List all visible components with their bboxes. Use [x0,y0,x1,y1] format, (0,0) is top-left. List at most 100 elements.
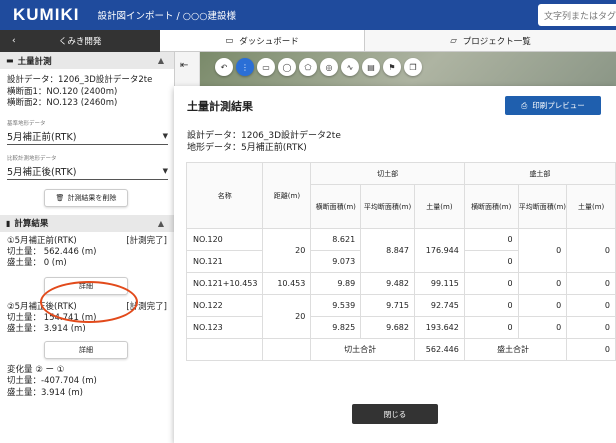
tab-project-list[interactable]: ▱ プロジェクト一覧 [365,30,616,52]
seg-cut-vol: 99.115 [413,272,465,295]
folder-icon: ▱ [450,35,457,46]
delete-result-button[interactable]: 🗑 計測結果を削除 [44,188,128,207]
tab-dashboard-label: ダッシュボード [239,36,299,47]
seg-distance: 10.453 [262,272,312,295]
fill-total-label: 盛土合計 [463,338,568,361]
detail-button-1[interactable]: 詳細 [44,276,128,295]
seg-fill-vol: 0 [566,228,616,273]
result-2-header: ②5月補正後(RTK) [計測完了] [0,301,174,313]
empty-cell [185,338,264,361]
col-cut-area: 横断面積(m) [310,184,362,229]
cut-total-value: 562.446 [413,338,465,361]
result-2-cut: 切土量： 154.741 (m) [7,312,97,323]
col-fill-vol: 土量(m) [566,184,616,229]
area-tool-icon[interactable]: ◎ [320,58,338,76]
print-preview-label: 印刷プレビュー [532,101,585,110]
col-cut: 切土部 [310,162,465,185]
flag-icon[interactable]: ⚑ [383,58,401,76]
col-cut-avg: 平均断面積(m) [360,184,415,229]
chevron-down-icon: ▼ [162,167,168,175]
col-fill: 盛土部 [463,162,616,185]
base-terrain-value: 5月補正前(RTK) [7,132,77,143]
app-logo[interactable]: KUMIKI [13,5,79,25]
modal-title: 土量計測結果 [187,100,253,113]
seg-distance: 20 [262,294,312,339]
project-selector[interactable]: ‹ くみき開発 [0,30,160,52]
seg-distance: 20 [262,228,312,273]
cut-total-label: 切土合計 [310,338,415,361]
table-row: NO.123 9.825 9.682 193.642 0 0 0 [185,316,616,339]
collapse-icon[interactable]: ▲ [158,56,164,65]
polygon-tool-icon[interactable]: ⬠ [299,58,317,76]
seg-cut-vol: 176.944 [413,228,465,273]
tab-project-list-label: プロジェクト一覧 [462,36,531,47]
row-cut-area: 9.073 [310,250,362,273]
table-row: NO.120 20 8.621 8.847 176.944 0 0 0 [185,228,616,273]
base-terrain-label: 基準地形データ [7,120,46,127]
chevron-left-icon: ‹ [12,36,16,46]
close-button[interactable]: 閉じる [352,404,438,424]
ruler-tool-icon[interactable]: ▭ [257,58,275,76]
undo-icon[interactable]: ↶ [215,58,233,76]
base-terrain-select[interactable]: 5月補正前(RTK) ▼ [7,129,168,145]
seg-fill-vol: 0 [566,294,616,317]
compare-terrain-select[interactable]: 5月補正後(RTK) ▼ [7,164,168,180]
monitor-icon: ▭ [225,35,234,46]
more-icon[interactable]: ⋮ [236,58,254,76]
col-cut-vol: 土量(m) [413,184,465,229]
seg-fill-avg: 0 [517,272,568,295]
row-name: NO.120 [185,228,264,251]
col-name: 名称 [185,162,264,229]
result-1-name: ①5月補正前(RTK) [7,235,77,246]
breadcrumb[interactable]: 設計図インポート / ○○○建設様 [97,8,236,22]
map-toolbar: ↶ ⋮ ▭ ◯ ⬠ ◎ ∿ ▤ ⚑ ❐ [215,58,422,76]
section-header-measure[interactable]: ▬ 土量計測 ▲ [0,52,174,69]
circle-tool-icon[interactable]: ◯ [278,58,296,76]
row-name: NO.121+10.453 [185,272,264,295]
collapse-icon[interactable]: ▲ [158,219,164,228]
result-2-fill: 盛土量： 3.914 (m) [7,324,86,334]
row-fill-area: 0 [463,316,519,339]
row-cut-area: 9.89 [310,272,362,295]
modal-info: 設計データ：1206_3D設計データ2te 地形データ：5月補正前(RTK) [187,130,341,154]
print-preview-button[interactable]: ⎙ 印刷プレビュー [505,96,601,115]
seg-fill-avg: 0 [517,228,568,273]
col-fill-avg: 平均断面積(m) [517,184,568,229]
seg-fill-vol: 0 [566,272,616,295]
diff-label: 変化量 ② ー ① [7,364,65,375]
result-1-status: [計測完了] [126,235,167,246]
copy-icon[interactable]: ❐ [404,58,422,76]
result-1-cut: 切土量： 562.446 (m) [7,246,97,257]
table-total-row: 切土合計 562.446 盛土合計 0 [185,338,616,361]
ruler-icon: ▬ [6,56,14,65]
chart-icon: ▮ [6,218,11,228]
col-fill-area: 横断面積(m) [463,184,519,229]
collapse-left-icon[interactable]: ⇤ [180,60,188,71]
section-header-results[interactable]: ▮ 計算結果 ▲ [0,214,174,232]
row-cut-area: 9.539 [310,294,362,317]
empty-cell [262,338,312,361]
report-icon[interactable]: ▤ [362,58,380,76]
detail-button-2[interactable]: 詳細 [44,340,128,359]
compare-terrain-value: 5月補正後(RTK) [7,167,77,178]
search-input[interactable]: 文字列またはタグ [538,4,616,26]
seg-cut-avg: 8.847 [360,228,415,273]
section-title-measure: 土量計測 [17,56,52,67]
table-row: NO.121+10.453 10.453 9.89 9.482 99.115 0 0 0 [185,272,616,295]
line-chart-icon[interactable]: ∿ [341,58,359,76]
row-cut-area: 9.825 [310,316,362,339]
printer-icon: ⎙ [521,100,528,110]
result-1-fill: 盛土量： 0 (m) [7,258,67,268]
result-modal: 土量計測結果 ⎙ 印刷プレビュー 設計データ：1206_3D設計データ2te 地… [174,86,616,443]
cross-section-2-text: 横断面2：NO.123 (2460m) [7,98,118,108]
diff-fill: 盛土量：3.914 (m) [7,387,83,398]
left-panel: ▬ 土量計測 ▲ 設計データ：1206_3D設計データ2te 横断面1：NO.1… [0,52,175,443]
seg-fill-vol: 0 [566,316,616,339]
row-cut-area: 8.621 [310,228,362,251]
tab-dashboard[interactable]: ▭ ダッシュボード [160,30,365,52]
seg-cut-vol: 193.642 [413,316,465,339]
seg-cut-avg: 9.482 [360,272,415,295]
compare-terrain-label: 比較計測地形データ [7,155,57,162]
result-2-status: [計測完了] [126,301,167,312]
section-title-results: 計算結果 [14,219,49,229]
